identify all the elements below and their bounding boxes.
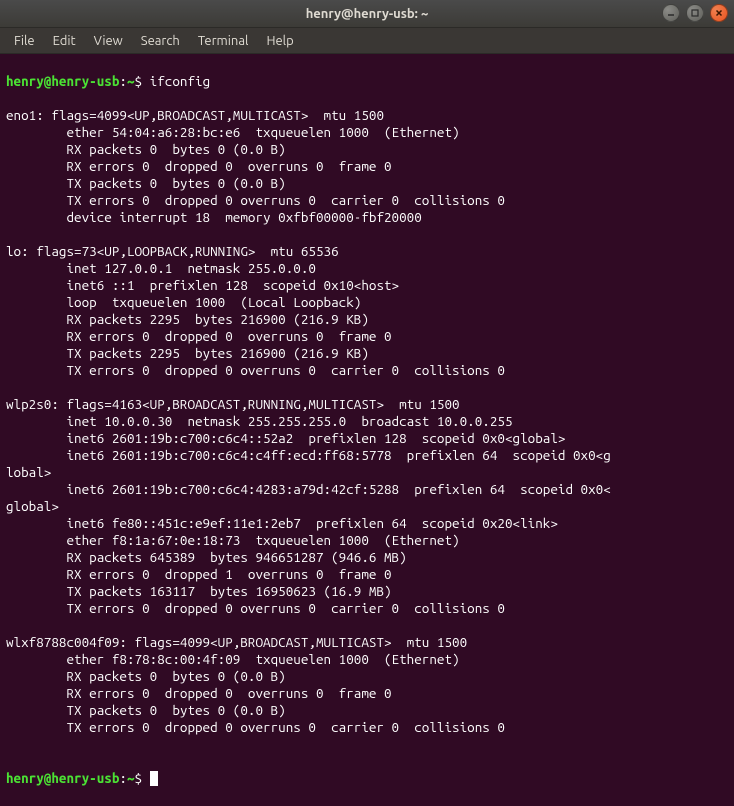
- output-line: TX packets 0 bytes 0 (0.0 B): [6, 702, 728, 719]
- output-line: inet 10.0.0.30 netmask 255.255.255.0 bro…: [6, 413, 728, 430]
- output-line: inet6 2601:19b:c700:c6c4:4283:a79d:42cf:…: [6, 481, 728, 498]
- menu-file[interactable]: File: [6, 31, 43, 51]
- output-line: TX packets 2295 bytes 216900 (216.9 KB): [6, 345, 728, 362]
- output-line: TX errors 0 dropped 0 overruns 0 carrier…: [6, 719, 728, 736]
- output-line: inet 127.0.0.1 netmask 255.0.0.0: [6, 260, 728, 277]
- prompt-line-2: henry@henry-usb:~$: [6, 770, 728, 787]
- prompt-path-2: ~: [127, 770, 135, 786]
- menu-view[interactable]: View: [86, 31, 131, 51]
- prompt-dollar-2: $: [135, 770, 143, 786]
- prompt-dollar: $: [135, 73, 143, 89]
- output-line: RX packets 0 bytes 0 (0.0 B): [6, 141, 728, 158]
- command-text: [142, 73, 150, 89]
- output-line: inet6 ::1 prefixlen 128 scopeid 0x10<hos…: [6, 277, 728, 294]
- menu-help[interactable]: Help: [258, 31, 301, 51]
- output-line: RX errors 0 dropped 0 overruns 0 frame 0: [6, 328, 728, 345]
- window-controls: [662, 4, 728, 22]
- output-line: ether f8:78:8c:00:4f:09 txqueuelen 1000 …: [6, 651, 728, 668]
- prompt-path: ~: [127, 73, 135, 89]
- menu-terminal[interactable]: Terminal: [190, 31, 257, 51]
- close-button[interactable]: [710, 4, 728, 22]
- prompt-line-1: henry@henry-usb:~$ ifconfig: [6, 73, 728, 90]
- cursor-icon: [150, 771, 158, 786]
- prompt-user-host-2: henry@henry-usb: [6, 770, 119, 786]
- output-line: ether f8:1a:67:0e:18:73 txqueuelen 1000 …: [6, 532, 728, 549]
- output-line: global>: [6, 498, 728, 515]
- terminal-body[interactable]: henry@henry-usb:~$ ifconfig eno1: flags=…: [0, 54, 734, 806]
- menubar: File Edit View Search Terminal Help: [0, 28, 734, 54]
- output-line: wlxf8788c004f09: flags=4099<UP,BROADCAST…: [6, 634, 728, 651]
- output-line: device interrupt 18 memory 0xfbf00000-fb…: [6, 209, 728, 226]
- output-line: RX packets 645389 bytes 946651287 (946.6…: [6, 549, 728, 566]
- output-line: inet6 2601:19b:c700:c6c4::52a2 prefixlen…: [6, 430, 728, 447]
- command-text-val: ifconfig: [150, 73, 210, 89]
- output-line: [6, 226, 728, 243]
- output-line: lobal>: [6, 464, 728, 481]
- titlebar: henry@henry-usb: ~: [0, 0, 734, 28]
- maximize-button[interactable]: [686, 4, 704, 22]
- output-line: RX errors 0 dropped 0 overruns 0 frame 0: [6, 158, 728, 175]
- prompt-user-host: henry@henry-usb: [6, 73, 119, 89]
- menu-search[interactable]: Search: [133, 31, 188, 51]
- prompt-colon: :: [119, 73, 127, 89]
- output-line: TX errors 0 dropped 0 overruns 0 carrier…: [6, 362, 728, 379]
- output-line: RX errors 0 dropped 0 overruns 0 frame 0: [6, 685, 728, 702]
- output-line: inet6 fe80::451c:e9ef:11e1:2eb7 prefixle…: [6, 515, 728, 532]
- output-line: eno1: flags=4099<UP,BROADCAST,MULTICAST>…: [6, 107, 728, 124]
- window-title: henry@henry-usb: ~: [306, 7, 429, 21]
- prompt-colon-2: :: [119, 770, 127, 786]
- output-line: TX errors 0 dropped 0 overruns 0 carrier…: [6, 600, 728, 617]
- output-line: inet6 2601:19b:c700:c6c4:c4ff:ecd:ff68:5…: [6, 447, 728, 464]
- output-line: RX errors 0 dropped 1 overruns 0 frame 0: [6, 566, 728, 583]
- output-line: TX errors 0 dropped 0 overruns 0 carrier…: [6, 192, 728, 209]
- output-line: [6, 379, 728, 396]
- terminal-output: eno1: flags=4099<UP,BROADCAST,MULTICAST>…: [6, 107, 728, 753]
- output-line: [6, 736, 728, 753]
- output-line: lo: flags=73<UP,LOOPBACK,RUNNING> mtu 65…: [6, 243, 728, 260]
- output-line: loop txqueuelen 1000 (Local Loopback): [6, 294, 728, 311]
- output-line: ether 54:04:a6:28:bc:e6 txqueuelen 1000 …: [6, 124, 728, 141]
- output-line: RX packets 2295 bytes 216900 (216.9 KB): [6, 311, 728, 328]
- menu-edit[interactable]: Edit: [45, 31, 84, 51]
- output-line: TX packets 0 bytes 0 (0.0 B): [6, 175, 728, 192]
- output-line: [6, 617, 728, 634]
- output-line: RX packets 0 bytes 0 (0.0 B): [6, 668, 728, 685]
- output-line: TX packets 163117 bytes 16950623 (16.9 M…: [6, 583, 728, 600]
- output-line: wlp2s0: flags=4163<UP,BROADCAST,RUNNING,…: [6, 396, 728, 413]
- minimize-button[interactable]: [662, 4, 680, 22]
